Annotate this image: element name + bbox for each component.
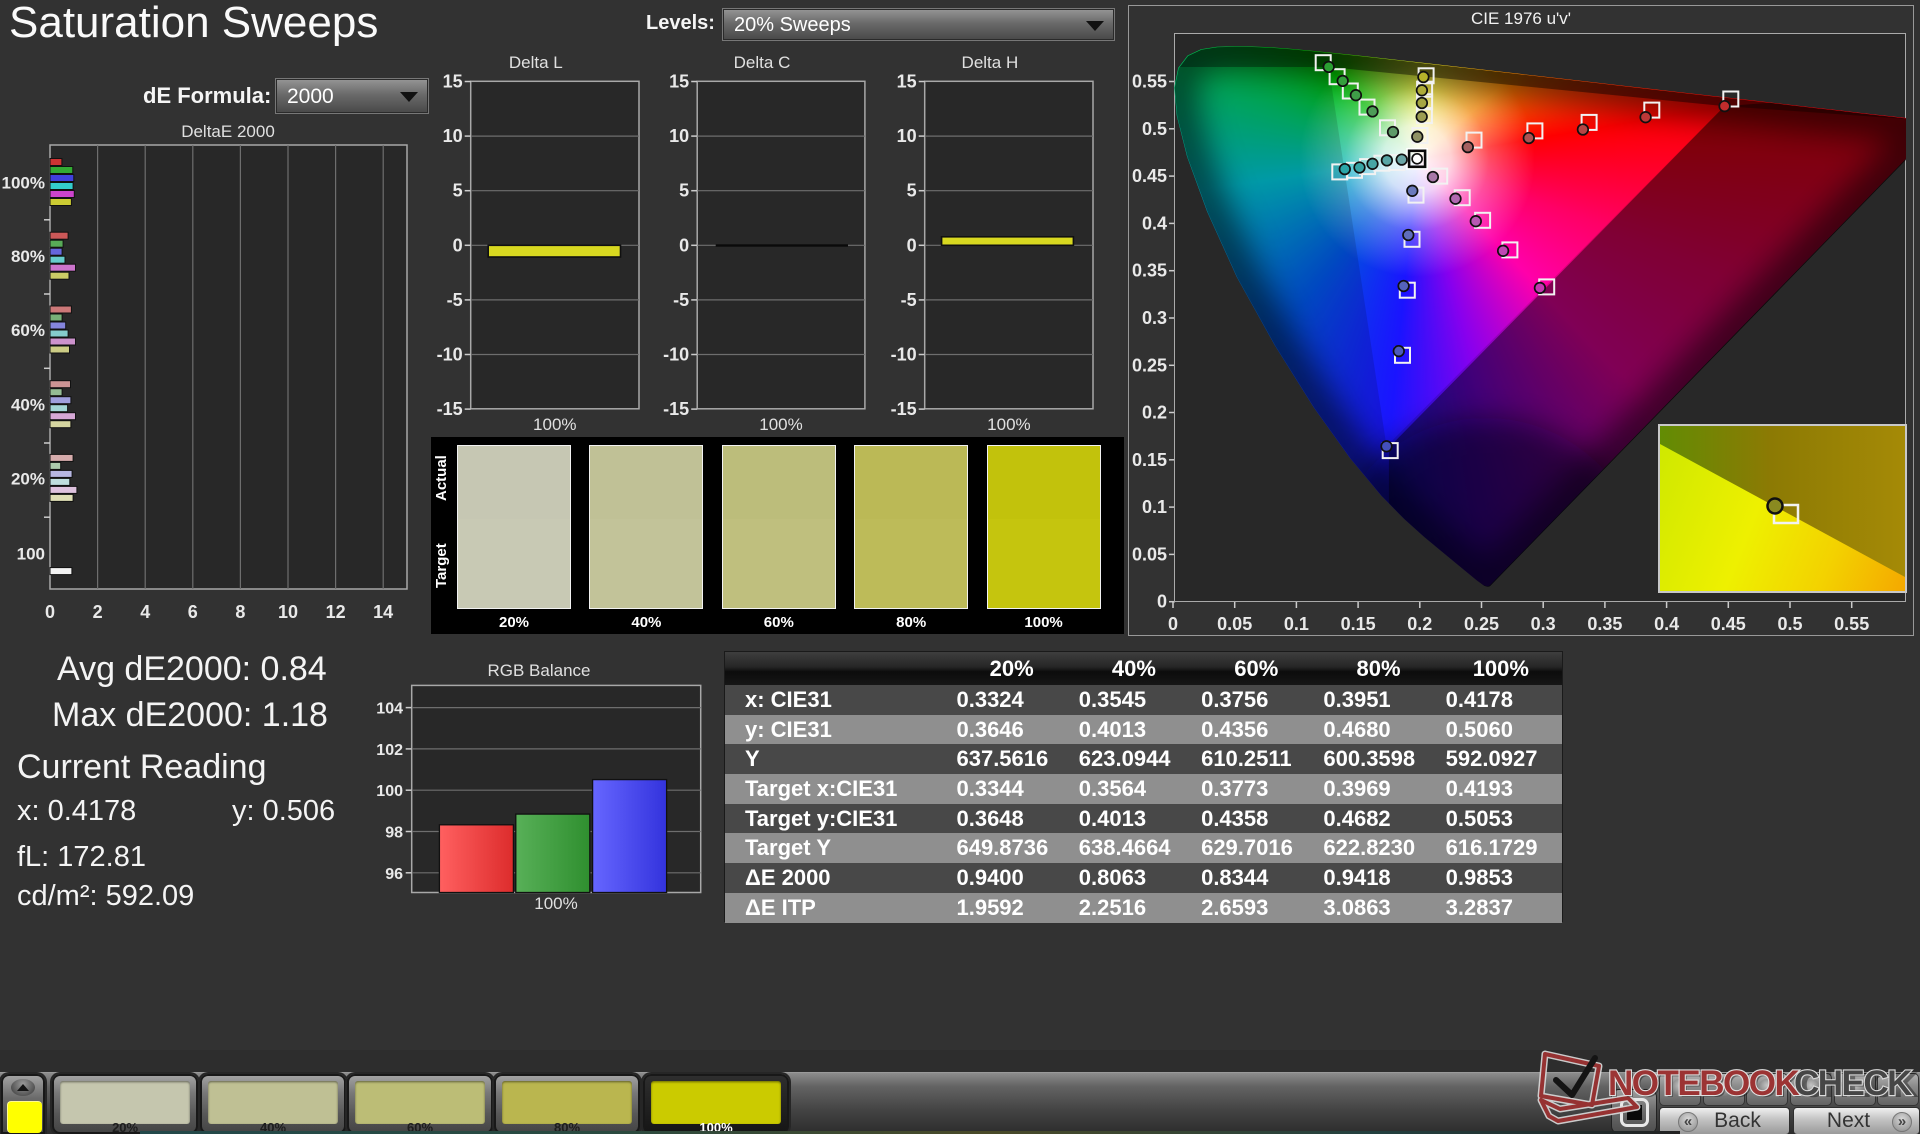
svg-text:104: 104 — [376, 701, 403, 718]
svg-text:-10: -10 — [891, 345, 917, 365]
svg-text:0.3: 0.3 — [1142, 308, 1167, 328]
svg-text:0.5: 0.5 — [1142, 119, 1167, 139]
svg-text:100%: 100% — [987, 415, 1030, 434]
svg-text:0.25: 0.25 — [1464, 614, 1499, 634]
svg-text:CHECK: CHECK — [1794, 1064, 1912, 1103]
svg-text:0: 0 — [45, 602, 55, 622]
svg-text:10: 10 — [443, 126, 463, 146]
svg-text:100%: 100% — [533, 415, 576, 434]
svg-text:0: 0 — [1157, 592, 1167, 612]
svg-text:5: 5 — [679, 181, 689, 201]
svg-text:15: 15 — [443, 72, 463, 92]
svg-text:5: 5 — [907, 181, 917, 201]
svg-text:14: 14 — [373, 602, 393, 622]
svg-text:0.45: 0.45 — [1711, 614, 1746, 634]
svg-text:98: 98 — [385, 825, 403, 842]
svg-text:80%: 80% — [11, 247, 45, 266]
svg-text:2: 2 — [93, 602, 103, 622]
svg-text:100%: 100% — [534, 894, 577, 913]
svg-text:0.5: 0.5 — [1777, 614, 1802, 634]
svg-text:4: 4 — [140, 602, 150, 622]
svg-text:-5: -5 — [673, 290, 689, 310]
svg-text:15: 15 — [669, 72, 689, 92]
svg-text:96: 96 — [385, 866, 403, 883]
svg-text:102: 102 — [376, 742, 403, 759]
svg-text:100: 100 — [17, 545, 45, 564]
svg-text:0.4: 0.4 — [1654, 614, 1679, 634]
svg-text:-5: -5 — [447, 290, 463, 310]
svg-text:-10: -10 — [437, 345, 463, 365]
svg-text:100%: 100% — [2, 174, 45, 193]
svg-text:0.15: 0.15 — [1341, 614, 1376, 634]
svg-text:0.1: 0.1 — [1284, 614, 1309, 634]
svg-text:0: 0 — [453, 235, 463, 255]
svg-text:100: 100 — [376, 783, 403, 800]
svg-text:0.45: 0.45 — [1132, 166, 1167, 186]
svg-text:Delta L: Delta L — [509, 53, 563, 72]
svg-text:0.3: 0.3 — [1531, 614, 1556, 634]
svg-text:DeltaE 2000: DeltaE 2000 — [181, 122, 275, 141]
svg-text:100%: 100% — [759, 415, 802, 434]
svg-text:0: 0 — [907, 235, 917, 255]
svg-text:0.25: 0.25 — [1132, 355, 1167, 375]
svg-text:6: 6 — [188, 602, 198, 622]
svg-text:-10: -10 — [663, 345, 689, 365]
svg-text:0.35: 0.35 — [1132, 261, 1167, 281]
svg-text:15: 15 — [897, 72, 917, 92]
svg-text:10: 10 — [669, 126, 689, 146]
svg-text:0.15: 0.15 — [1132, 450, 1167, 470]
svg-text:-5: -5 — [901, 290, 917, 310]
svg-text:0.55: 0.55 — [1834, 614, 1869, 634]
svg-text:0.05: 0.05 — [1132, 544, 1167, 564]
svg-text:20%: 20% — [11, 469, 45, 488]
svg-text:-15: -15 — [437, 399, 463, 419]
svg-text:40%: 40% — [11, 396, 45, 415]
svg-text:-15: -15 — [891, 399, 917, 419]
svg-text:-15: -15 — [663, 399, 689, 419]
svg-text:10: 10 — [897, 126, 917, 146]
svg-text:0.55: 0.55 — [1132, 72, 1167, 92]
svg-text:8: 8 — [235, 602, 245, 622]
svg-text:0.05: 0.05 — [1217, 614, 1252, 634]
svg-text:0.4: 0.4 — [1142, 213, 1167, 233]
svg-text:0.1: 0.1 — [1142, 497, 1167, 517]
svg-text:5: 5 — [453, 181, 463, 201]
svg-text:0: 0 — [679, 235, 689, 255]
svg-text:0.35: 0.35 — [1587, 614, 1622, 634]
svg-text:NOTEBOOK: NOTEBOOK — [1608, 1064, 1799, 1103]
svg-text:60%: 60% — [11, 321, 45, 340]
svg-text:12: 12 — [326, 602, 346, 622]
svg-text:RGB Balance: RGB Balance — [488, 661, 591, 680]
svg-text:Delta H: Delta H — [962, 53, 1019, 72]
svg-text:0.2: 0.2 — [1407, 614, 1432, 634]
svg-text:10: 10 — [278, 602, 298, 622]
svg-text:0.2: 0.2 — [1142, 403, 1167, 423]
svg-text:0: 0 — [1168, 614, 1178, 634]
svg-text:Delta C: Delta C — [734, 53, 791, 72]
